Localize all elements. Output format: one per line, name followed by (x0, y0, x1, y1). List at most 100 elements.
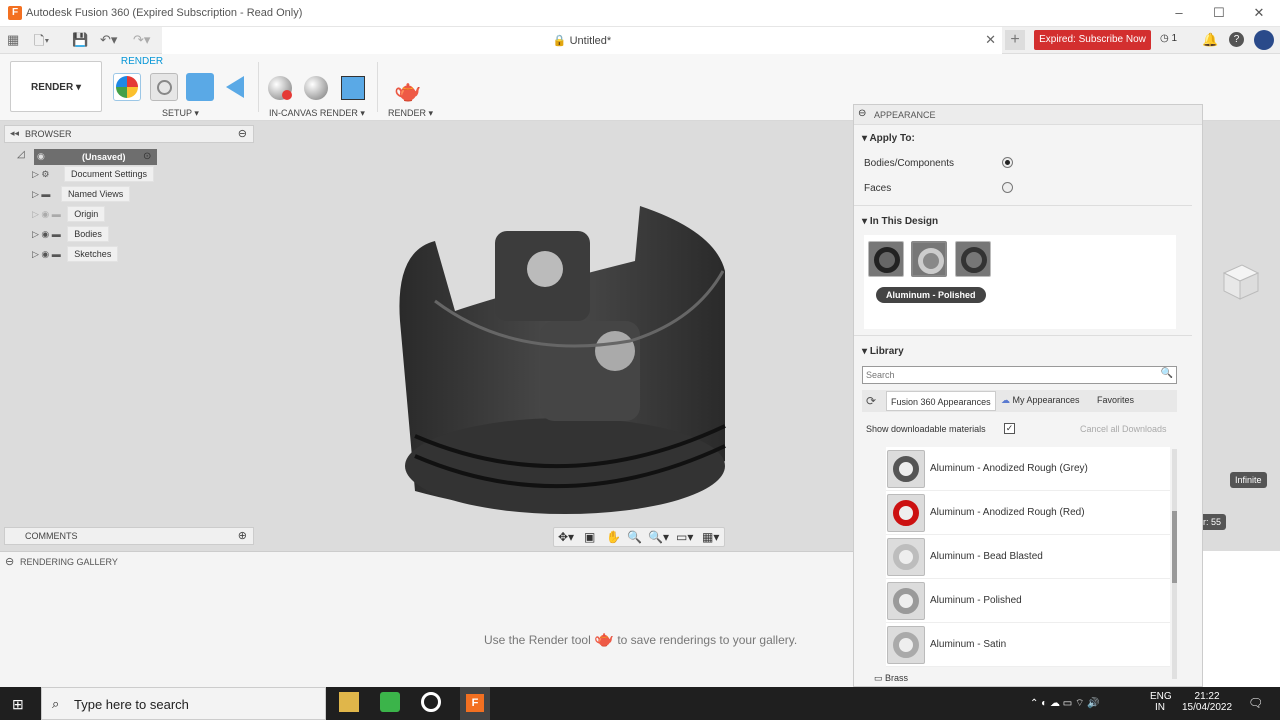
material-swatch (887, 494, 925, 532)
tab-my-appearances[interactable]: ☁ My Appearances (1001, 395, 1080, 406)
fusion-logo-icon: F (8, 6, 22, 20)
grid-settings-icon[interactable]: ▦▾ (702, 530, 719, 544)
faces-radio[interactable] (1002, 182, 1013, 193)
material-row[interactable]: Aluminum - Bead Blasted (886, 535, 1170, 579)
visibility-eye-icon[interactable]: ◉ (37, 151, 45, 162)
tree-root[interactable]: (Unsaved) (34, 149, 157, 165)
browser-panel[interactable]: ◂◂ BROWSER ⊖ (4, 125, 254, 143)
tray-icons[interactable]: ⌃ ◐ ☁ ▭ ⌔ 🔊 (1030, 697, 1100, 710)
notification-center-icon[interactable]: 🗨 (1248, 696, 1263, 710)
avatar[interactable] (1254, 30, 1274, 50)
scene-settings-button[interactable] (113, 73, 141, 101)
tree-item-named-views[interactable]: ▷ ▬ Named Views (32, 186, 131, 205)
library-scrollbar[interactable] (1172, 449, 1177, 679)
teapot-render-icon[interactable]: 🫖 (394, 78, 421, 104)
folder-brass[interactable]: ▭ Brass (874, 673, 908, 684)
orbit-icon[interactable]: ✥▾ (558, 530, 574, 544)
in-canvas-render-group-label[interactable]: IN-CANVAS RENDER ▾ (269, 108, 365, 119)
add-comment-icon[interactable]: ⊕ (238, 529, 247, 542)
fusion-taskbar-icon: F (466, 694, 484, 712)
in-canvas-settings-icon[interactable] (304, 76, 328, 100)
in-design-section[interactable]: ▾ In This Design (862, 216, 938, 227)
show-downloadable-label: Show downloadable materials (866, 424, 986, 434)
bodies-radio[interactable] (1002, 157, 1013, 168)
collapse-icon[interactable]: ◂◂ (10, 128, 19, 139)
gallery-message: Use the Render tool 🫖 to save renderings… (484, 631, 798, 648)
redo-icon[interactable]: ↷▾ (133, 32, 150, 48)
camtasia-icon[interactable] (380, 692, 400, 712)
capture-image-icon[interactable] (341, 76, 365, 100)
scene-icon[interactable] (150, 73, 178, 101)
job-count: 1 (1171, 33, 1178, 44)
document-tab[interactable]: 🔒 Untitled* ✕ (162, 27, 1002, 54)
display-settings-icon[interactable]: ▭▾ (676, 530, 693, 544)
view-cube[interactable] (1218, 259, 1262, 303)
close-window-button[interactable]: ✕ (1249, 4, 1269, 22)
design-swatch-3[interactable] (955, 241, 991, 277)
subscribe-button[interactable]: Expired: Subscribe Now (1034, 30, 1151, 50)
undo-icon[interactable]: ↶▾ (100, 32, 117, 48)
lock-icon: 🔒 (552, 35, 567, 47)
material-swatch (887, 450, 925, 488)
material-row[interactable]: Aluminum - Anodized Rough (Grey) (886, 447, 1170, 491)
taskbar-search-input[interactable]: ⌕ Type here to search (41, 687, 326, 720)
file-menu-icon[interactable]: 🗋▾ (34, 32, 49, 54)
search-icon[interactable]: 🔍 (1161, 368, 1173, 379)
minimize-panel-icon[interactable]: ⊖ (238, 127, 247, 140)
infinite-badge[interactable]: Infinite (1230, 472, 1267, 488)
cancel-downloads-link[interactable]: Cancel all Downloads (1080, 424, 1167, 434)
expand-root-icon[interactable]: ◿ (17, 149, 25, 160)
obs-icon[interactable] (421, 692, 441, 712)
windows-start-icon[interactable]: ⊞ (12, 696, 24, 713)
collapse-gallery-icon[interactable]: ⊖ (5, 555, 14, 568)
file-explorer-icon[interactable] (339, 692, 359, 712)
app-grid-icon[interactable]: ▦ (7, 32, 19, 48)
tab-fusion-appearances[interactable]: Fusion 360 Appearances (886, 391, 996, 411)
close-panel-icon[interactable]: ⊖ (858, 108, 866, 119)
language-indicator[interactable]: ENG IN (1150, 691, 1172, 713)
save-icon[interactable]: 💾 (72, 32, 88, 48)
decal-icon[interactable] (226, 76, 244, 98)
show-downloadable-checkbox[interactable]: ✓ (1004, 423, 1015, 434)
material-row[interactable]: Aluminum - Polished (886, 579, 1170, 623)
library-section[interactable]: ▾ Library (862, 346, 904, 357)
notifications-icon[interactable]: 🔔 (1202, 32, 1218, 48)
tree-item-origin[interactable]: ▷ ◉ ▬ Origin (32, 206, 106, 225)
active-radio-icon[interactable]: ⊙ (143, 151, 151, 162)
job-status[interactable]: ◷ 1 (1160, 33, 1177, 44)
apply-to-section[interactable]: ▾ Apply To: (862, 133, 915, 144)
setup-group-label[interactable]: SETUP ▾ (162, 108, 199, 119)
refresh-icon[interactable]: ⟳ (866, 394, 876, 408)
fusion-taskbar-button[interactable]: F (460, 687, 490, 720)
window-title: Autodesk Fusion 360 (Expired Subscriptio… (26, 7, 303, 19)
navigation-bar: ✥▾ ▣ ✋ 🔍 🔍▾ ▭▾ ▦▾ (553, 527, 725, 547)
maximize-button[interactable]: ☐ (1209, 4, 1229, 22)
look-at-icon[interactable]: ▣ (584, 530, 595, 544)
material-row[interactable]: Aluminum - Satin (886, 623, 1170, 667)
in-canvas-render-icon[interactable] (268, 76, 292, 100)
material-row[interactable]: Aluminum - Anodized Rough (Red) (886, 491, 1170, 535)
library-search-input[interactable]: Search 🔍 (862, 366, 1177, 384)
tree-item-document-settings[interactable]: ▷ ⚙ Document Settings (32, 166, 155, 185)
design-swatch-1[interactable] (868, 241, 904, 277)
material-name: Aluminum - Polished (930, 595, 1022, 606)
close-tab-icon[interactable]: ✕ (985, 32, 996, 48)
minimize-button[interactable]: – (1169, 4, 1189, 22)
comments-panel[interactable]: COMMENTS ⊕ (4, 527, 254, 545)
tab-render[interactable]: RENDER (112, 56, 172, 67)
tree-item-sketches[interactable]: ▷ ◉ ▬ Sketches (32, 246, 119, 265)
help-icon[interactable]: ? (1229, 32, 1244, 47)
zoom-icon[interactable]: 🔍 (627, 530, 642, 544)
tree-item-bodies[interactable]: ▷ ◉ ▬ Bodies (32, 226, 109, 245)
piston-model[interactable] (395, 201, 735, 531)
design-swatch-2[interactable] (911, 241, 947, 277)
render-group-label[interactable]: RENDER ▾ (388, 108, 433, 119)
workspace-switcher[interactable]: RENDER ▾ (10, 61, 102, 112)
tab-favorites[interactable]: Favorites (1097, 395, 1134, 405)
material-name: Aluminum - Anodized Rough (Red) (930, 507, 1085, 518)
texture-map-icon[interactable] (186, 73, 214, 101)
fit-icon[interactable]: 🔍▾ (648, 530, 669, 544)
pan-icon[interactable]: ✋ (606, 530, 621, 544)
clock[interactable]: 21:22 15/04/2022 (1182, 691, 1232, 713)
new-tab-button[interactable]: + (1005, 30, 1025, 50)
